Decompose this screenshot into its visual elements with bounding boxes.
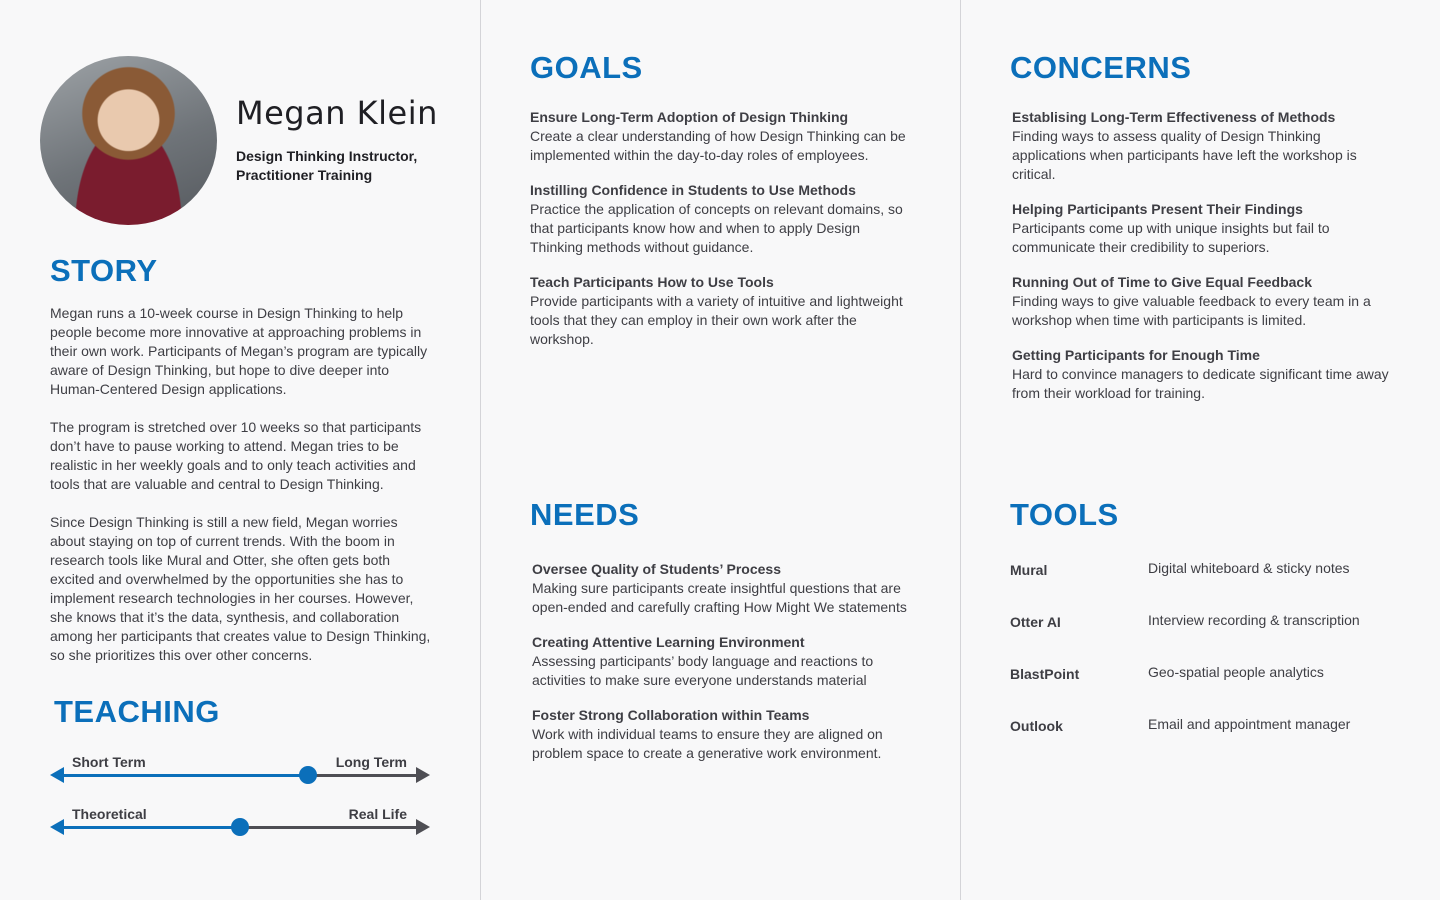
scale-filled-line <box>60 774 309 777</box>
concerns-list: Establising Long-Term Effectiveness of M… <box>1012 108 1397 419</box>
list-item: Getting Participants for Enough Time Har… <box>1012 346 1397 403</box>
teaching-scale-term <box>50 766 430 784</box>
concern-title: Getting Participants for Enough Time <box>1012 347 1260 363</box>
tool-description: Email and appointment manager <box>1148 716 1351 732</box>
persona-role: Design Thinking Instructor, Practitioner… <box>236 148 418 183</box>
story-body: Megan runs a 10-week course in Design Th… <box>50 304 435 665</box>
need-title: Oversee Quality of Students’ Process <box>532 561 781 577</box>
story-heading: STORY <box>50 253 158 288</box>
list-item: Helping Participants Present Their Findi… <box>1012 200 1397 257</box>
goals-heading: GOALS <box>530 50 643 85</box>
goal-title: Teach Participants How to Use Tools <box>530 274 774 290</box>
tool-row: Outlook Email and appointment manager <box>1010 716 1410 738</box>
tools-heading: TOOLS <box>1010 497 1119 532</box>
need-title: Creating Attentive Learning Environment <box>532 634 805 650</box>
list-item: Running Out of Time to Give Equal Feedba… <box>1012 273 1397 330</box>
list-item: Establising Long-Term Effectiveness of M… <box>1012 108 1397 184</box>
column-divider-left <box>480 0 481 900</box>
need-title: Foster Strong Collaboration within Teams <box>532 707 810 723</box>
avatar <box>40 56 217 225</box>
goals-list: Ensure Long-Term Adoption of Design Thin… <box>530 108 915 365</box>
list-item: Ensure Long-Term Adoption of Design Thin… <box>530 108 915 165</box>
concern-description: Finding ways to assess quality of Design… <box>1012 128 1357 182</box>
need-description: Work with individual teams to ensure the… <box>532 726 883 761</box>
arrow-right-icon <box>416 767 430 783</box>
goal-description: Practice the application of concepts on … <box>530 201 903 255</box>
scale-remaining-line <box>308 774 420 777</box>
tool-name: Outlook <box>1010 718 1063 734</box>
concern-title: Helping Participants Present Their Findi… <box>1012 201 1303 217</box>
tool-name: BlastPoint <box>1010 666 1080 682</box>
scale-remaining-line <box>240 826 420 829</box>
column-divider-right <box>960 0 961 900</box>
scale-marker <box>231 818 249 836</box>
teaching-heading: TEACHING <box>54 694 220 729</box>
persona-name: Megan Klein <box>236 94 438 132</box>
concern-description: Hard to convince managers to dedicate si… <box>1012 366 1389 401</box>
scale-filled-line <box>60 826 240 829</box>
list-item: Creating Attentive Learning Environment … <box>532 633 907 690</box>
tool-name: Otter AI <box>1010 614 1061 630</box>
tool-description: Interview recording & transcription <box>1148 612 1360 628</box>
story-paragraph: Since Design Thinking is still a new fie… <box>50 514 431 663</box>
goal-description: Provide participants with a variety of i… <box>530 293 903 347</box>
teaching-scale-approach <box>50 818 430 836</box>
story-paragraph: The program is stretched over 10 weeks s… <box>50 419 422 492</box>
concern-title: Running Out of Time to Give Equal Feedba… <box>1012 274 1312 290</box>
concern-title: Establising Long-Term Effectiveness of M… <box>1012 109 1336 125</box>
arrow-right-icon <box>416 819 430 835</box>
story-paragraph: Megan runs a 10-week course in Design Th… <box>50 305 428 397</box>
need-description: Assessing participants’ body language an… <box>532 653 874 688</box>
concern-description: Participants come up with unique insight… <box>1012 220 1330 255</box>
list-item: Foster Strong Collaboration within Teams… <box>532 706 907 763</box>
tool-description: Geo-spatial people analytics <box>1148 664 1324 680</box>
scale-marker <box>299 766 318 784</box>
goal-title: Ensure Long-Term Adoption of Design Thin… <box>530 109 849 125</box>
needs-list: Oversee Quality of Students’ Process Mak… <box>532 560 907 779</box>
tool-name: Mural <box>1010 562 1048 578</box>
list-item: Instilling Confidence in Students to Use… <box>530 181 915 257</box>
goal-title: Instilling Confidence in Students to Use… <box>530 182 856 198</box>
goal-description: Create a clear understanding of how Desi… <box>530 128 906 163</box>
tool-row: Mural Digital whiteboard & sticky notes <box>1010 560 1410 582</box>
tool-row: Otter AI Interview recording & transcrip… <box>1010 612 1410 634</box>
list-item: Oversee Quality of Students’ Process Mak… <box>532 560 907 617</box>
concerns-heading: CONCERNS <box>1010 50 1192 85</box>
concern-description: Finding ways to give valuable feedback t… <box>1012 293 1371 328</box>
need-description: Making sure participants create insightf… <box>532 580 907 615</box>
needs-heading: NEEDS <box>530 497 640 532</box>
tool-row: BlastPoint Geo-spatial people analytics <box>1010 664 1410 686</box>
list-item: Teach Participants How to Use Tools Prov… <box>530 273 915 349</box>
tool-description: Digital whiteboard & sticky notes <box>1148 560 1350 576</box>
